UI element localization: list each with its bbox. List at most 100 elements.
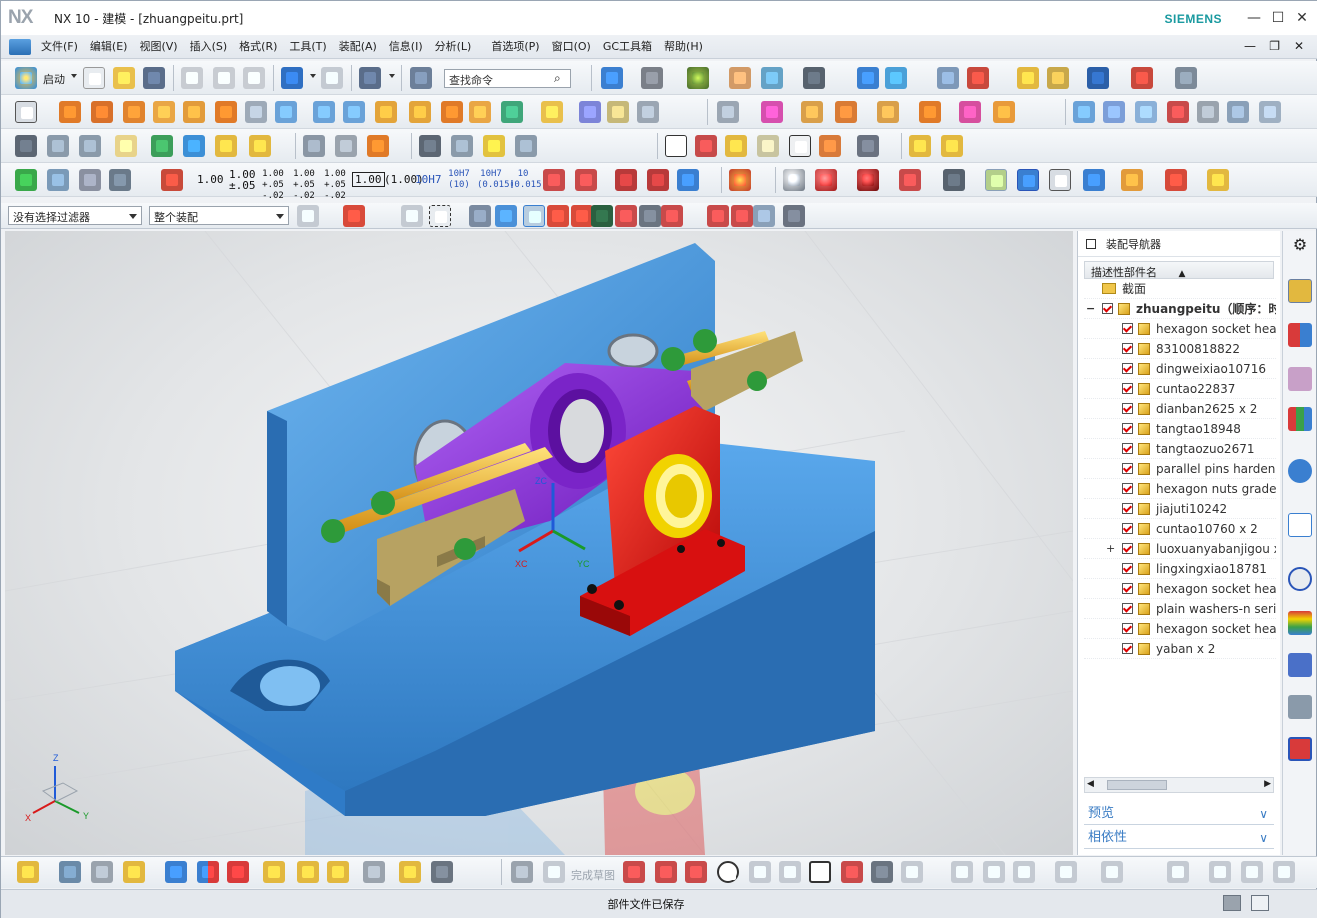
tree-node-part[interactable]: hexagon socket hea	[1084, 579, 1276, 599]
tree-node-part[interactable]: dianban2625 x 2	[1084, 399, 1276, 419]
mirror-feature-icon[interactable]	[919, 101, 941, 123]
history-tab-icon[interactable]	[1288, 513, 1312, 537]
fit-tolerance-icon[interactable]	[857, 135, 879, 157]
subtract-icon[interactable]	[501, 101, 523, 123]
move-icon[interactable]	[165, 861, 187, 883]
dependencies-panel-header[interactable]: 相依性 ∨	[1084, 827, 1274, 849]
graphics-window[interactable]: ZC XC YC Z X Y	[5, 231, 1073, 855]
gear-render-icon[interactable]	[729, 169, 751, 191]
sketch-icon[interactable]	[15, 101, 37, 123]
finish-sketch-icon[interactable]	[543, 861, 565, 883]
arc-icon[interactable]	[685, 861, 707, 883]
settings-gear-icon[interactable]: ⚙	[1288, 233, 1312, 257]
triangle-icon[interactable]	[665, 135, 687, 157]
coordinate-icon[interactable]	[109, 169, 131, 191]
patch-icon[interactable]	[1259, 101, 1281, 123]
rectangle-icon[interactable]	[809, 861, 831, 883]
extrude-icon[interactable]	[59, 101, 81, 123]
tree-node-part[interactable]: cuntao10760 x 2	[1084, 519, 1276, 539]
block-icon[interactable]	[275, 101, 297, 123]
check-clearance-icon[interactable]	[263, 861, 285, 883]
endpoint-icon[interactable]	[547, 205, 569, 227]
tree-node-part[interactable]: parallel pins hardeni	[1084, 459, 1276, 479]
roles-tab-icon[interactable]	[1288, 695, 1312, 719]
menu-file[interactable]: 文件(F)	[35, 35, 84, 59]
window-status-icon[interactable]	[1251, 895, 1269, 911]
sketch-task-icon[interactable]	[511, 861, 533, 883]
menu-view[interactable]: 视图(V)	[133, 35, 183, 59]
new-file-icon[interactable]	[83, 67, 105, 89]
chamfer-icon[interactable]	[761, 101, 783, 123]
tree-node-part[interactable]: hexagon nuts grade	[1084, 479, 1276, 499]
maximize-button[interactable]: ☐	[1267, 7, 1289, 29]
scroll-left-icon[interactable]: ◀	[1087, 779, 1094, 789]
emboss-icon[interactable]	[375, 101, 397, 123]
offset-face-icon[interactable]	[637, 101, 659, 123]
cut-icon[interactable]	[181, 67, 203, 89]
reuse-library-tab-icon[interactable]	[1288, 407, 1312, 431]
edge-blend-icon[interactable]	[717, 101, 739, 123]
note-icon[interactable]	[789, 135, 811, 157]
edit-section-icon[interactable]	[729, 67, 751, 89]
tree-node-part[interactable]: cuntao22837	[1084, 379, 1276, 399]
hole-icon[interactable]	[123, 101, 145, 123]
tree-node-part[interactable]: plain washers-n seri	[1084, 599, 1276, 619]
navigator-horizontal-scrollbar[interactable]: ◀ ▶	[1084, 777, 1274, 793]
wcs-icon[interactable]	[967, 67, 989, 89]
orient-view-icon[interactable]	[641, 67, 663, 89]
mesh-surface-icon[interactable]	[1103, 101, 1125, 123]
mirror-curve-icon[interactable]	[1167, 861, 1189, 883]
assembly-tool-icon[interactable]	[17, 861, 39, 883]
undo-icon[interactable]	[281, 67, 303, 89]
no-render-icon[interactable]	[899, 169, 921, 191]
part-navigator-tab-icon[interactable]	[1288, 367, 1312, 391]
close-button[interactable]: ✕	[1291, 7, 1313, 29]
split-body-icon[interactable]	[607, 101, 629, 123]
boss-icon[interactable]	[153, 101, 175, 123]
select-body-icon[interactable]	[469, 205, 491, 227]
draft-icon[interactable]	[801, 101, 823, 123]
move-component-icon[interactable]	[857, 67, 879, 89]
web-browser-tab-icon[interactable]	[1288, 459, 1312, 483]
geometric-constraints-icon[interactable]	[1209, 861, 1231, 883]
bearing-icon[interactable]	[483, 135, 505, 157]
thread-icon[interactable]	[877, 101, 899, 123]
explode-icon[interactable]	[59, 861, 81, 883]
open-folder-icon[interactable]	[113, 67, 135, 89]
tree-node-part[interactable]: hexagon socket hea	[1084, 619, 1276, 639]
menu-window[interactable]: 窗口(O)	[546, 35, 597, 59]
sew-icon[interactable]	[1227, 101, 1249, 123]
tree-node-part[interactable]: yaban x 2	[1084, 639, 1276, 659]
layers-icon[interactable]	[47, 135, 69, 157]
perpendicular-icon[interactable]	[639, 205, 661, 227]
dimension-icon[interactable]	[1175, 67, 1197, 89]
replace-face-icon[interactable]	[959, 101, 981, 123]
curve-icon[interactable]	[1167, 101, 1189, 123]
cube-red-icon[interactable]	[1165, 169, 1187, 191]
shell-icon[interactable]	[835, 101, 857, 123]
snap-point-icon[interactable]	[523, 205, 545, 227]
wave-link-icon[interactable]	[431, 861, 453, 883]
menu-information[interactable]: 信息(I)	[383, 35, 429, 59]
intersection-icon[interactable]	[615, 205, 637, 227]
command-search-input[interactable]: 查找命令	[444, 69, 571, 88]
expand-icon[interactable]: +	[1106, 539, 1115, 559]
start-label[interactable]: 启动	[43, 71, 65, 87]
background-icon[interactable]	[803, 67, 825, 89]
sequence-icon[interactable]	[91, 861, 113, 883]
visibility-checkbox[interactable]	[1122, 483, 1133, 494]
system-materials-tab-icon[interactable]	[1288, 653, 1312, 677]
display-constraints-icon[interactable]	[1273, 861, 1295, 883]
save-icon[interactable]	[143, 67, 165, 89]
add-component-icon[interactable]	[151, 135, 173, 157]
preview-panel-header[interactable]: 预览 ∨	[1084, 803, 1274, 825]
roughness-symbol-icon[interactable]	[575, 169, 597, 191]
auto-constrain-icon[interactable]	[1241, 861, 1263, 883]
menu-preferences[interactable]: 首选项(P)	[485, 35, 545, 59]
make-corner-icon[interactable]	[1013, 861, 1035, 883]
visibility-checkbox[interactable]	[1122, 563, 1133, 574]
assembly-constraints-icon[interactable]	[197, 861, 219, 883]
gear-tool-icon[interactable]	[515, 135, 537, 157]
visibility-checkbox[interactable]	[1122, 403, 1133, 414]
training-tab-icon[interactable]	[1288, 737, 1312, 761]
